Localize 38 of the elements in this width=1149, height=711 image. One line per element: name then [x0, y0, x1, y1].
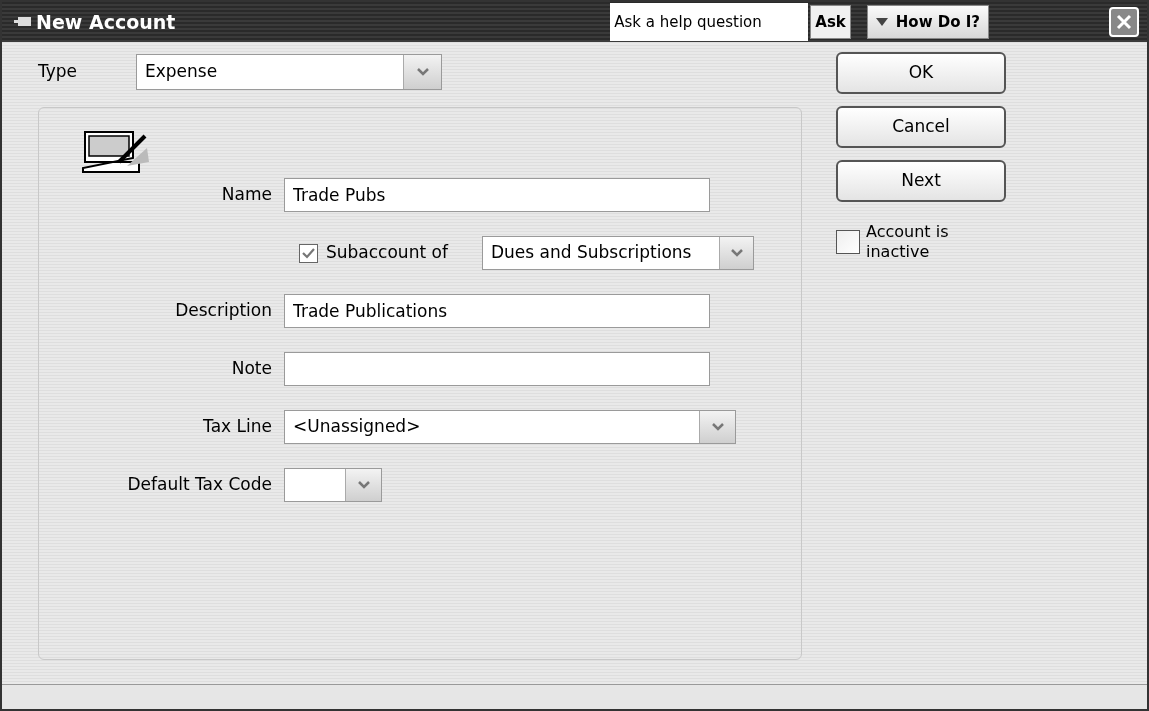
checkbox[interactable]: [299, 243, 318, 263]
checkbox-label: Account is inactive: [866, 222, 950, 262]
chevron-icon: [356, 480, 371, 490]
chevron-icon: [415, 67, 430, 77]
checkbox-label: Subaccount of: [326, 241, 450, 265]
close-icon: [1116, 14, 1132, 30]
dropdown-field[interactable]: [284, 468, 382, 502]
how-do-i-label: How Do I?: [895, 11, 980, 33]
help-question-field[interactable]: Ask a help question: [610, 3, 809, 41]
chevron-icon: [729, 248, 744, 258]
dropdown-field[interactable]: Dues and Subscriptions: [482, 236, 754, 270]
field-label: Tax Line: [202, 415, 273, 439]
field-label: Default Tax Code: [126, 473, 273, 497]
checkbox[interactable]: [836, 230, 860, 254]
type-dropdown[interactable]: Expense: [136, 54, 442, 90]
field-label: Description: [174, 299, 273, 323]
field-label: Name: [220, 183, 273, 207]
triangle-down-icon: [875, 18, 888, 26]
dropdown-value: Dues and Subscriptions: [490, 241, 693, 265]
text-field[interactable]: [284, 352, 710, 386]
text-field[interactable]: Trade Pubs: [284, 178, 710, 212]
dropdown-value: <Unassigned>: [292, 415, 422, 439]
check-icon: [302, 247, 315, 259]
ledger-icon: [79, 128, 151, 176]
how-do-i-button[interactable]: How Do I?: [866, 5, 989, 39]
window-icon: [14, 16, 32, 28]
ask-button[interactable]: Ask: [810, 5, 851, 39]
type-value: Expense: [144, 60, 219, 84]
text-field[interactable]: Trade Publications: [284, 294, 710, 328]
type-label: Type: [38, 60, 79, 84]
dialog-button[interactable]: Cancel: [836, 106, 1006, 148]
field-label: Note: [230, 357, 273, 381]
close-button[interactable]: [1109, 7, 1139, 37]
dialog-button[interactable]: OK: [836, 52, 1006, 94]
window-title: New Account: [36, 9, 176, 35]
dialog-button[interactable]: Next: [836, 160, 1006, 202]
dropdown-field[interactable]: <Unassigned>: [284, 410, 736, 444]
chevron-icon: [710, 422, 725, 432]
